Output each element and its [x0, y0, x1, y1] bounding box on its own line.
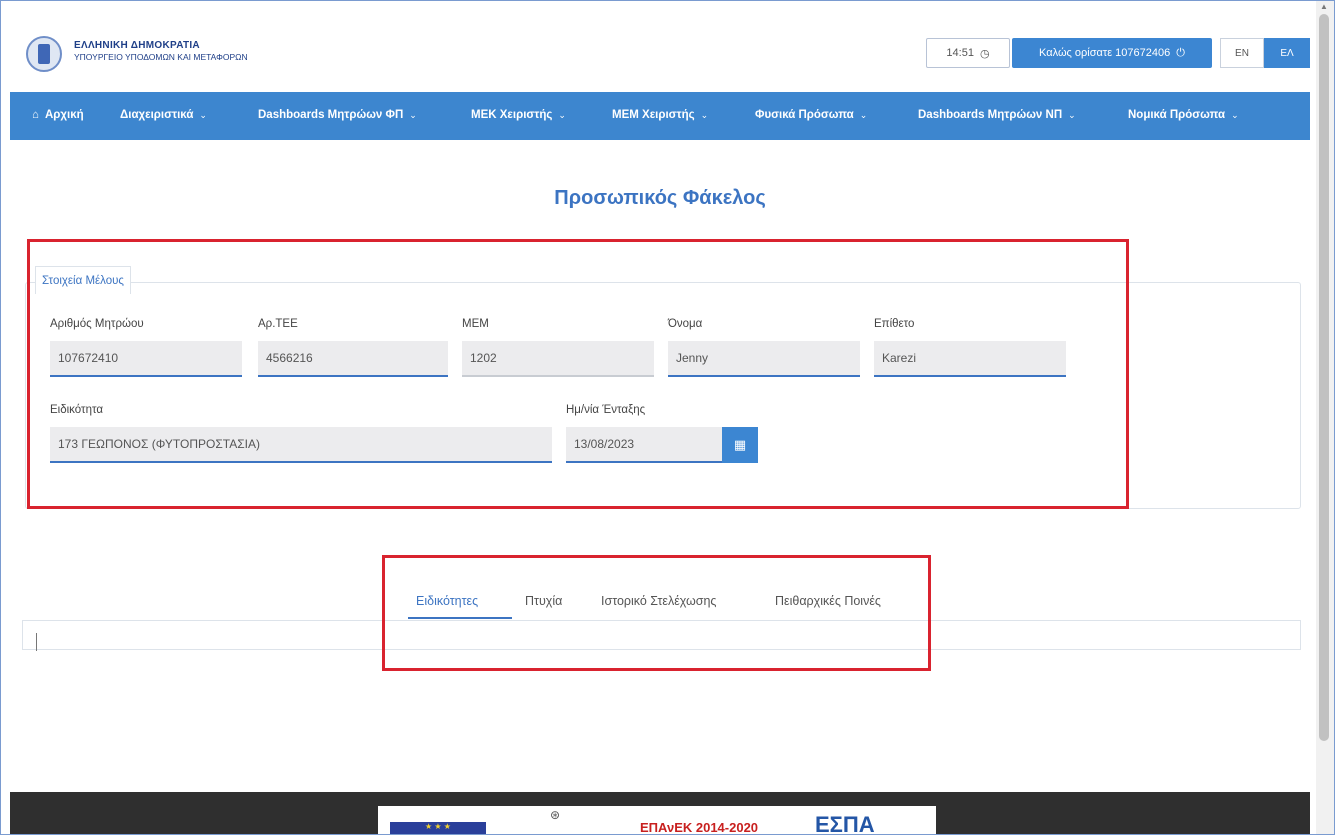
nav-item-label: ΜΕΚ Χειριστής — [471, 109, 553, 121]
clock-time: 14:51 — [946, 47, 974, 59]
annotation-box-tabs — [382, 555, 931, 671]
page-title: Προσωπικός Φάκελος — [554, 187, 766, 209]
chevron-down-icon: ⌄ — [859, 109, 868, 120]
nav-item-mek[interactable]: ΜΕΚ Χειριστής ⌄ — [471, 109, 566, 121]
nav-item-label: Dashboards Μητρώων ΝΠ — [918, 109, 1063, 121]
nav-item-natural-persons[interactable]: Φυσικά Πρόσωπα ⌄ — [755, 109, 867, 121]
main-nav: ⌂ Αρχική Διαχειριστικά ⌄ Dashboards Μητρ… — [10, 92, 1310, 140]
home-icon: ⌂ — [32, 109, 39, 121]
scroll-up-arrow-icon[interactable]: ▲ — [1320, 2, 1328, 11]
nav-item-dashboards-fp[interactable]: Dashboards Μητρώων ΦΠ ⌄ — [258, 109, 417, 121]
chevron-down-icon: ⌄ — [1068, 109, 1076, 120]
chevron-down-icon: ⌄ — [1231, 109, 1239, 120]
nav-item-label: Φυσικά Πρόσωπα — [755, 109, 854, 121]
nav-home-label: Αρχική — [44, 109, 84, 121]
clock-icon: ◷ — [979, 47, 990, 60]
nav-home[interactable]: ⌂ Αρχική — [32, 109, 84, 121]
nav-item-label: ΜΕΜ Χειριστής — [612, 109, 695, 121]
nav-item-mem[interactable]: ΜΕΜ Χειριστής ⌄ — [612, 109, 708, 121]
text-cursor — [36, 633, 37, 651]
power-icon: ⏻ — [1176, 46, 1185, 59]
nav-item-legal-persons[interactable]: Νομικά Πρόσωπα ⌄ — [1128, 109, 1239, 121]
nav-item-label: Νομικά Πρόσωπα — [1128, 109, 1226, 121]
ministry-name: ΥΠΟΥΡΓΕΙΟ ΥΠΟΔΟΜΩΝ ΚΑΙ ΜΕΤΑΦΟΡΩΝ — [74, 52, 248, 62]
eu-flag-icon: ★ ★ ★ — [390, 822, 486, 835]
scrollbar-thumb[interactable] — [1319, 14, 1329, 741]
greek-emblem-icon: ⊛ — [550, 808, 561, 822]
lang-el-button[interactable]: ΕΛ — [1264, 38, 1310, 68]
annotation-box-member-details — [27, 239, 1129, 509]
espa-logo: ΕΣΠΑ — [815, 812, 875, 835]
chevron-down-icon: ⌄ — [199, 109, 207, 120]
epanek-logo: ΕΠΑνΕΚ 2014-2020 — [640, 820, 759, 835]
chevron-down-icon: ⌄ — [700, 109, 709, 120]
logout-button[interactable]: Καλώς ορίσατε 107672406 ⏻ — [1012, 38, 1212, 68]
lang-en-button[interactable]: EN — [1220, 38, 1264, 68]
gov-title: ΕΛΛΗΝΙΚΗ ΔΗΜΟΚΡΑΤΙΑ — [74, 40, 200, 51]
welcome-text: Καλώς ορίσατε 107672406 — [1039, 47, 1171, 59]
session-clock: 14:51 ◷ — [926, 38, 1010, 68]
nav-item-label: Dashboards Μητρώων ΦΠ — [258, 109, 404, 121]
chevron-down-icon: ⌄ — [409, 109, 417, 120]
nav-item-dashboards-np[interactable]: Dashboards Μητρώων ΝΠ ⌄ — [918, 109, 1076, 121]
chevron-down-icon: ⌄ — [558, 109, 566, 120]
nav-item-label: Διαχειριστικά — [120, 109, 194, 121]
site-header: ΕΛΛΗΝΙΚΗ ΔΗΜΟΚΡΑΤΙΑ ΥΠΟΥΡΓΕΙΟ ΥΠΟΔΟΜΩΝ Κ… — [10, 22, 1310, 92]
nav-item-admin[interactable]: Διαχειριστικά ⌄ — [120, 109, 207, 121]
greek-emblem-icon — [26, 36, 62, 72]
